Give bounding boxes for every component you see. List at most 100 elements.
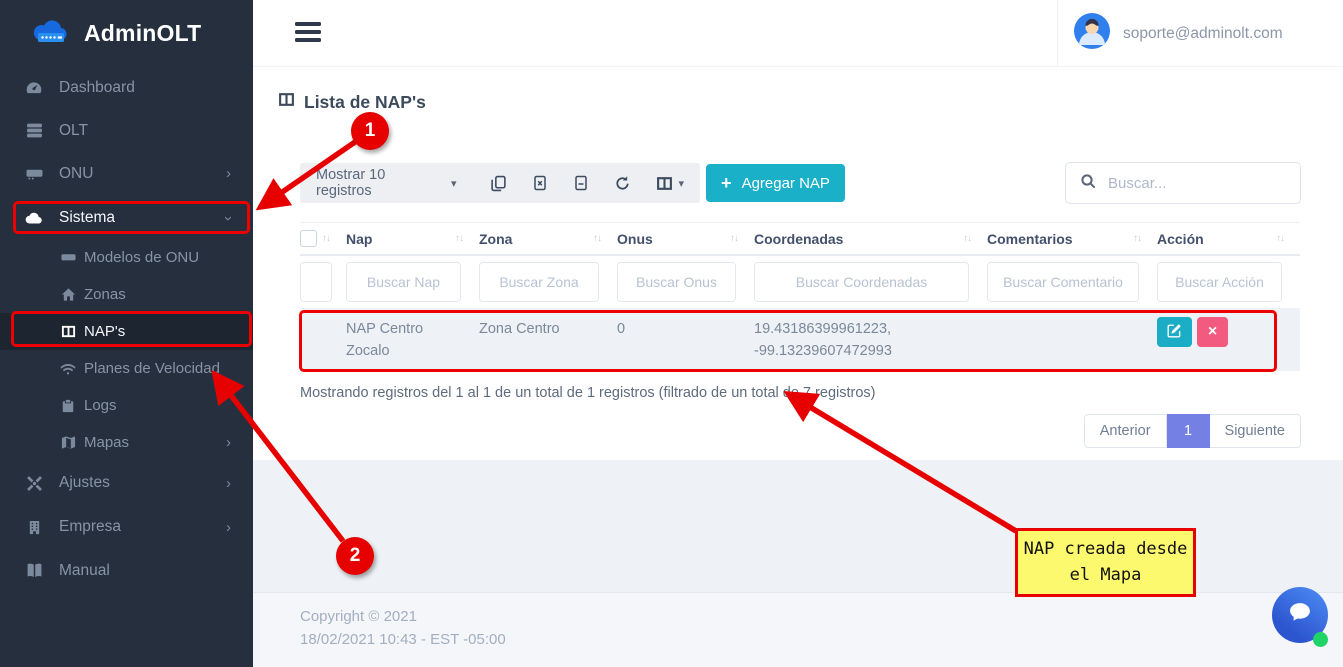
sort-icon: ↑↓ bbox=[455, 233, 463, 244]
sidebar-item-onu[interactable]: ONU › bbox=[0, 152, 253, 195]
chevron-right-icon: › bbox=[226, 165, 231, 182]
sidebar-item-planes-de-velocidad[interactable]: Planes de Velocidad bbox=[0, 350, 253, 387]
page-title-text: Lista de NAP's bbox=[304, 92, 426, 113]
columns-icon bbox=[278, 91, 295, 113]
sort-icon: ↑↓ bbox=[963, 233, 971, 244]
user-menu[interactable]: soporte@adminolt.com bbox=[1057, 0, 1343, 67]
sidebar-item-label: Dashboard bbox=[59, 79, 135, 97]
filter-select-input[interactable] bbox=[300, 262, 332, 302]
column-header-comentarios[interactable]: Comentarios↑↓ bbox=[987, 231, 1157, 247]
pagination-prev-button[interactable]: Anterior bbox=[1084, 414, 1167, 448]
sidebar-item-label: Zonas bbox=[84, 286, 126, 303]
sidebar-item-mapas[interactable]: Mapas › bbox=[0, 424, 253, 461]
column-header-accion[interactable]: Acción↑↓ bbox=[1157, 231, 1300, 247]
chat-widget-button[interactable] bbox=[1272, 587, 1328, 643]
search-input[interactable] bbox=[1108, 175, 1268, 192]
row-checkbox[interactable] bbox=[300, 320, 302, 338]
caret-down-icon: ▾ bbox=[451, 177, 457, 190]
column-header-onus[interactable]: Onus↑↓ bbox=[617, 231, 754, 247]
map-icon bbox=[60, 435, 76, 450]
datetime-text: 18/02/2021 10:43 - EST -05:00 bbox=[300, 629, 1343, 652]
sort-icon: ↑↓ bbox=[1133, 233, 1141, 244]
sort-icon: ↑↓ bbox=[1276, 233, 1284, 244]
user-email: soporte@adminolt.com bbox=[1123, 25, 1283, 43]
sidebar-item-label: Mapas bbox=[84, 434, 129, 451]
sidebar-item-label: OLT bbox=[59, 122, 88, 140]
pagination-next-button[interactable]: Siguiente bbox=[1210, 414, 1301, 448]
user-avatar bbox=[1074, 13, 1110, 54]
sidebar-item-label: Planes de Velocidad bbox=[84, 360, 220, 377]
filter-coordenadas-input[interactable] bbox=[754, 262, 969, 302]
copy-icon[interactable] bbox=[490, 175, 507, 192]
sidebar-item-ajustes[interactable]: Ajustes › bbox=[0, 461, 253, 505]
sort-icon: ↑↓ bbox=[730, 233, 738, 244]
length-menu-dropdown[interactable]: Mostrar 10 registros ▾ bbox=[316, 167, 456, 199]
sidebar-item-label: Empresa bbox=[59, 518, 121, 536]
column-header-zona[interactable]: Zona↑↓ bbox=[479, 231, 617, 247]
columns-icon bbox=[60, 324, 76, 339]
sidebar-item-label: Modelos de ONU bbox=[84, 249, 199, 266]
sidebar-item-label: ONU bbox=[59, 165, 93, 183]
sidebar-item-sistema[interactable]: Sistema › bbox=[0, 196, 253, 240]
home-icon bbox=[60, 287, 76, 302]
sidebar-item-olt[interactable]: OLT › bbox=[0, 109, 253, 152]
footer: Copyright © 2021 18/02/2021 10:43 - EST … bbox=[253, 592, 1343, 667]
pagination: Anterior 1 Siguiente bbox=[1084, 414, 1301, 448]
brand-name: AdminOLT bbox=[84, 20, 201, 47]
table-filter-row bbox=[300, 256, 1300, 308]
device-box-icon bbox=[25, 165, 43, 182]
main-content: Lista de NAP's Mostrar 10 registros ▾ ▾ … bbox=[253, 67, 1343, 667]
filter-accion-input[interactable] bbox=[1157, 262, 1282, 302]
close-icon: × bbox=[1208, 323, 1217, 341]
sidebar-item-naps[interactable]: NAP's bbox=[0, 313, 253, 350]
refresh-icon[interactable] bbox=[614, 175, 631, 192]
pencil-square-icon bbox=[1167, 323, 1182, 341]
brand-logo[interactable]: AdminOLT bbox=[0, 0, 253, 67]
wifi-icon bbox=[60, 361, 76, 377]
sidebar-item-logs[interactable]: Logs bbox=[0, 387, 253, 424]
sidebar-item-label: Manual bbox=[59, 562, 110, 580]
filter-comentario-input[interactable] bbox=[987, 262, 1139, 302]
sidebar-item-label: Sistema bbox=[59, 209, 115, 227]
column-visibility-button[interactable]: ▾ bbox=[656, 175, 684, 192]
length-menu-label: Mostrar 10 registros bbox=[316, 167, 443, 199]
cloud-icon bbox=[25, 209, 43, 227]
server-stack-icon bbox=[25, 122, 43, 139]
sidebar-item-empresa[interactable]: Empresa › bbox=[0, 505, 253, 549]
sidebar-item-zonas[interactable]: Zonas bbox=[0, 276, 253, 313]
add-nap-button[interactable]: + Agregar NAP bbox=[706, 164, 845, 202]
filter-nap-input[interactable] bbox=[346, 262, 461, 302]
sidebar-item-manual[interactable]: Manual bbox=[0, 549, 253, 592]
sidebar-item-label: Logs bbox=[84, 397, 117, 414]
select-all-checkbox[interactable] bbox=[300, 230, 317, 247]
building-icon bbox=[25, 520, 43, 535]
filter-zona-input[interactable] bbox=[479, 262, 599, 302]
sort-icon: ↑↓ bbox=[322, 233, 330, 244]
gauge-icon bbox=[25, 79, 43, 97]
sidebar-item-label: NAP's bbox=[84, 323, 125, 340]
caret-down-icon: ▾ bbox=[678, 177, 684, 190]
sidebar: AdminOLT Dashboard OLT › ONU › Sistema ›… bbox=[0, 0, 253, 667]
edit-button[interactable] bbox=[1157, 317, 1192, 347]
sidebar-item-modelos-de-onu[interactable]: Modelos de ONU bbox=[0, 239, 253, 276]
topbar: soporte@adminolt.com bbox=[253, 0, 1343, 67]
file-lines-icon[interactable] bbox=[573, 175, 589, 191]
chat-bubble-icon bbox=[1286, 599, 1314, 632]
delete-button[interactable]: × bbox=[1197, 317, 1228, 347]
filter-onus-input[interactable] bbox=[617, 262, 736, 302]
cell-accion: × bbox=[1157, 308, 1300, 347]
sidebar-item-label: Ajustes bbox=[59, 474, 110, 492]
cell-nap: NAP Centro Zocalo bbox=[346, 308, 479, 363]
tools-icon bbox=[25, 475, 43, 492]
columns-icon bbox=[656, 175, 673, 192]
column-header-coordenadas[interactable]: Coordenadas↑↓ bbox=[754, 231, 987, 247]
search-icon bbox=[1080, 173, 1096, 194]
column-header-nap[interactable]: Nap↑↓ bbox=[346, 231, 479, 247]
chevron-right-icon: › bbox=[226, 475, 231, 492]
pagination-page-1[interactable]: 1 bbox=[1167, 414, 1210, 448]
sidebar-item-dashboard[interactable]: Dashboard bbox=[0, 66, 253, 109]
online-status-dot bbox=[1313, 632, 1328, 647]
select-all-header[interactable]: ↑↓ bbox=[300, 230, 346, 247]
hamburger-menu-icon[interactable] bbox=[295, 22, 321, 46]
excel-file-icon[interactable] bbox=[532, 175, 548, 191]
